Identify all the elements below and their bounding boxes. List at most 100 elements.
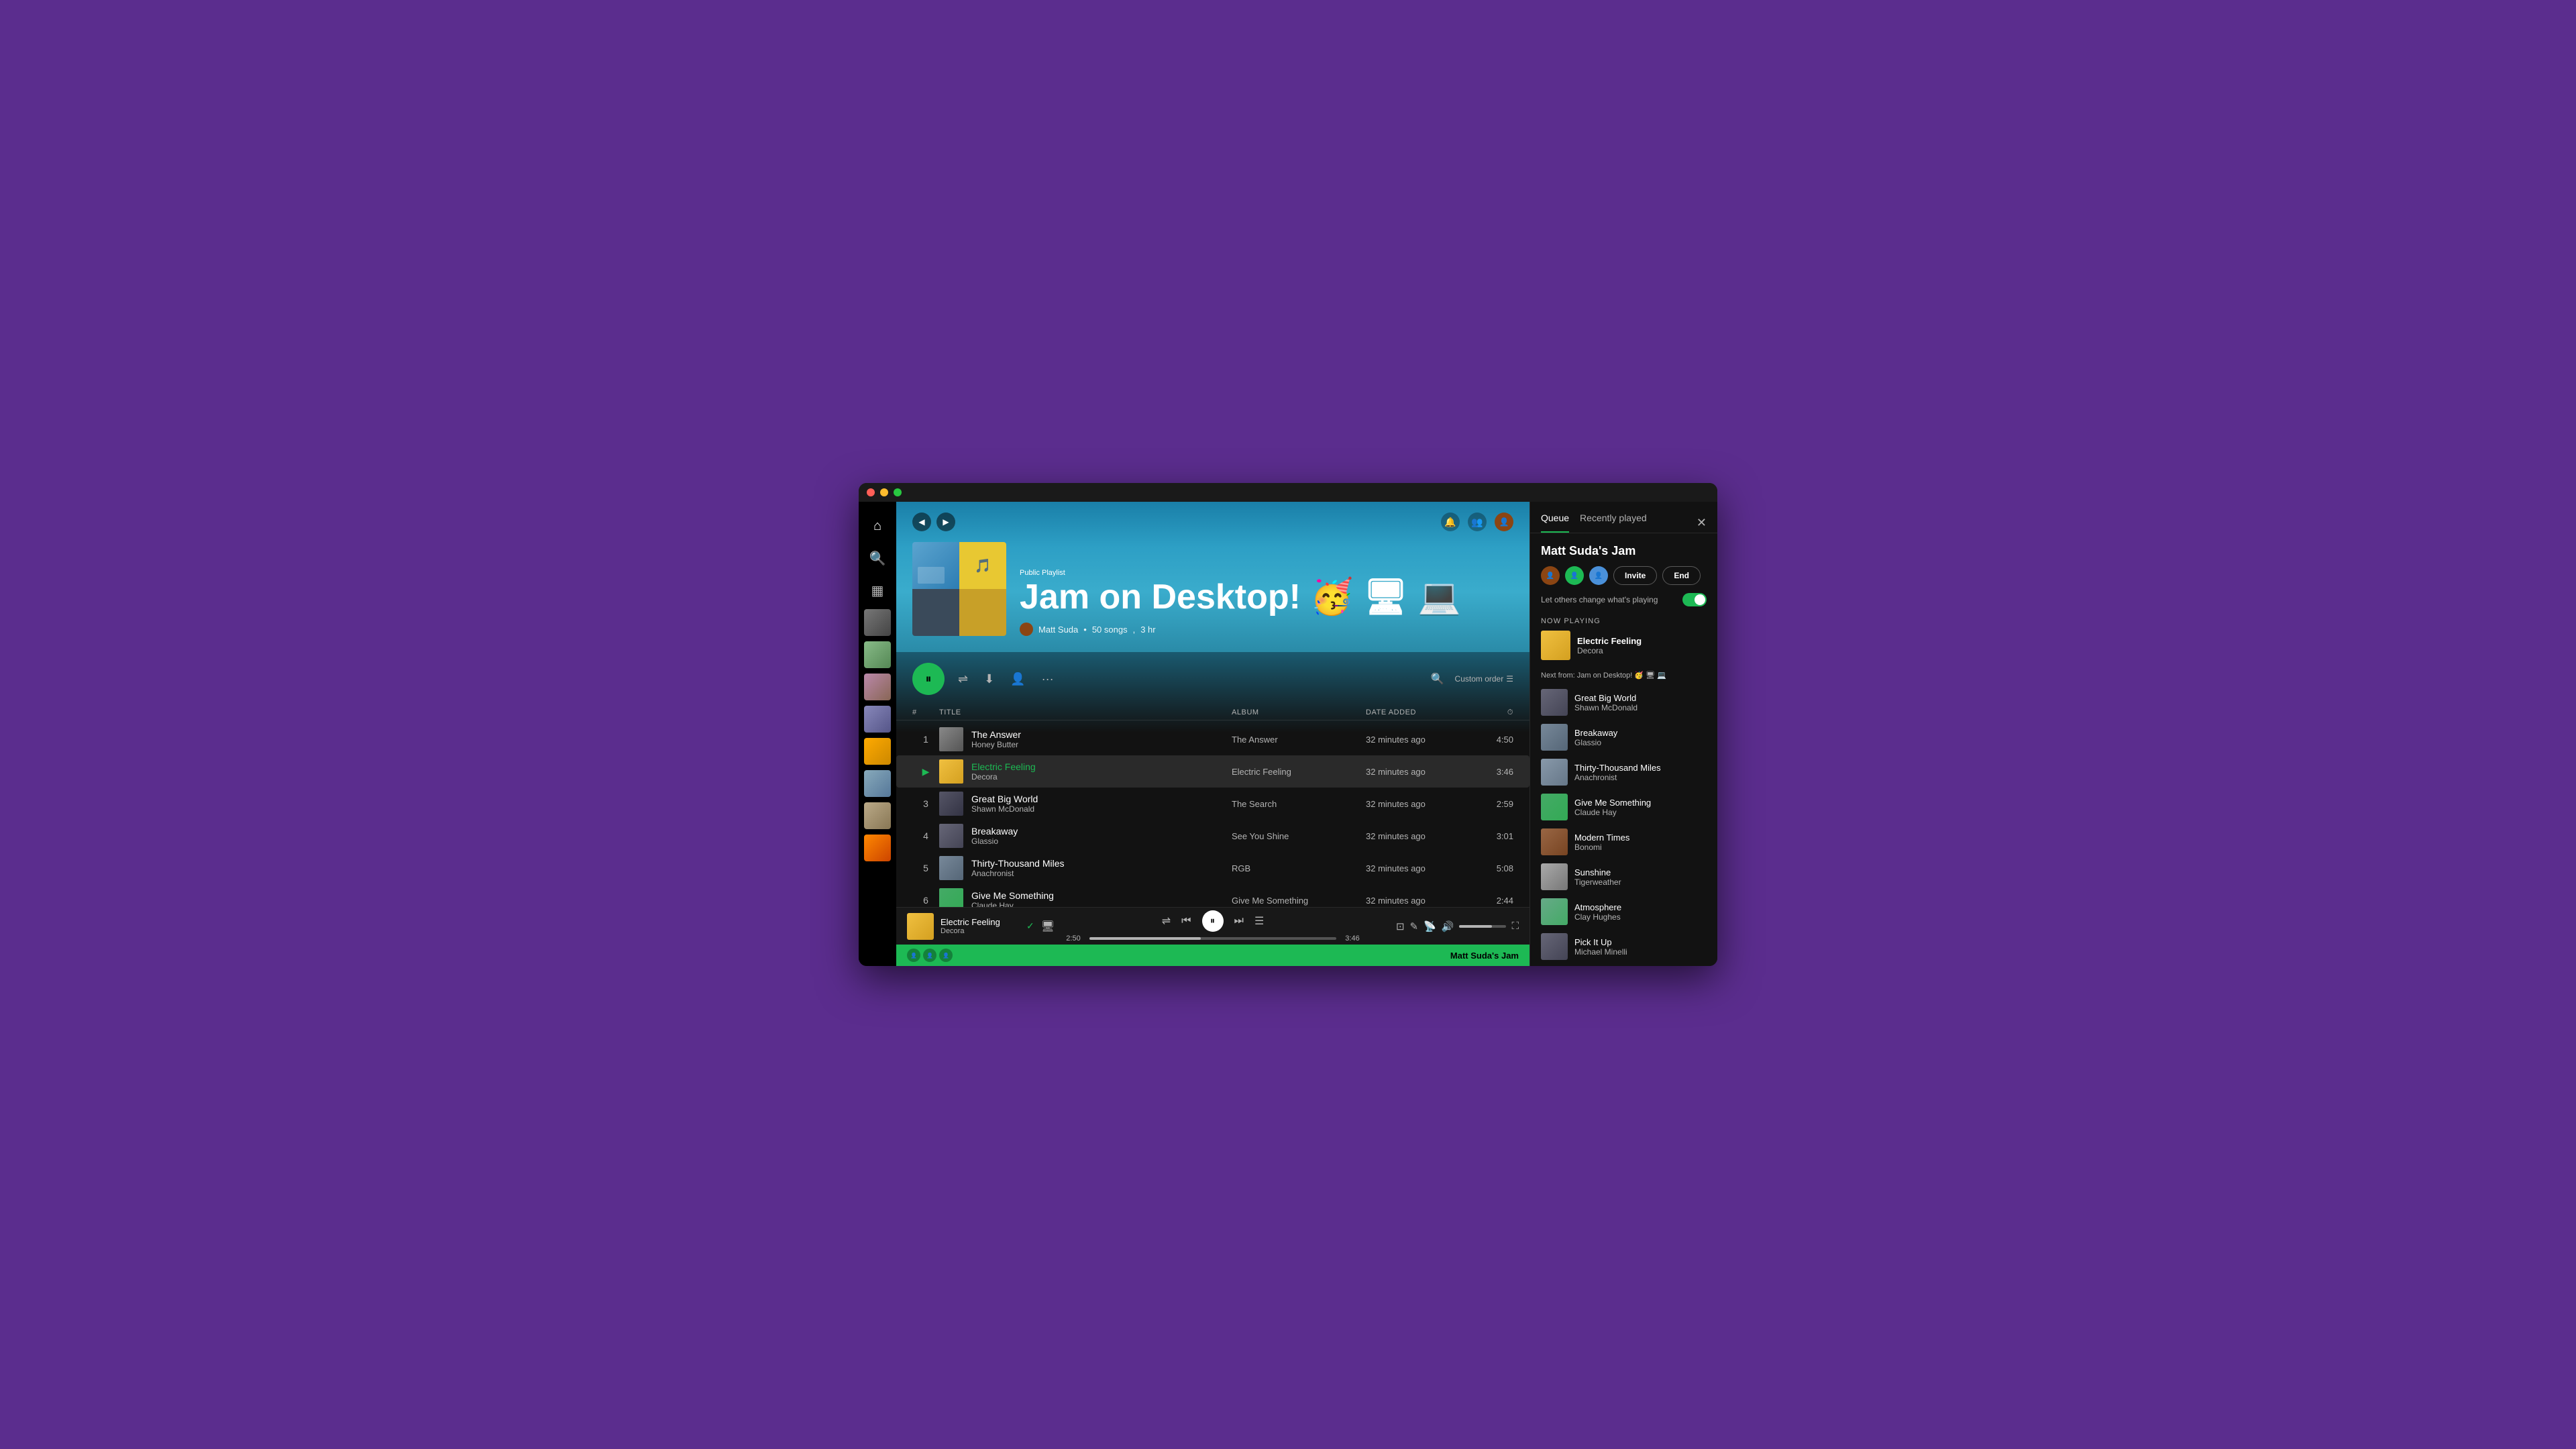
shuffle-ctrl-button[interactable]: ⇌ xyxy=(1162,914,1171,928)
sidebar-playlist-7[interactable] xyxy=(864,802,891,829)
queue-item[interactable]: Sunshine Tigerweather xyxy=(1541,859,1707,894)
jam-avatar-2: 👤 xyxy=(923,949,936,962)
maximize-button[interactable] xyxy=(894,488,902,496)
track-name: Give Me Something xyxy=(971,890,1054,901)
volume-bar[interactable] xyxy=(1459,925,1506,928)
playlist-type: Public Playlist xyxy=(1020,569,1513,577)
jam-icon-button[interactable]: 👥 xyxy=(1468,513,1487,531)
track-row[interactable]: 1 The Answer Honey Butter The Answer 32 … xyxy=(896,723,1529,755)
nav-arrows: ◀ ▶ xyxy=(912,513,955,531)
queue-item[interactable]: Give Me Something Claude Hay xyxy=(1541,790,1707,824)
jam-toggle[interactable] xyxy=(1682,593,1707,606)
sidebar-playlist-3[interactable] xyxy=(864,674,891,700)
play-pause-large-button[interactable]: ⏸ xyxy=(912,663,945,695)
track-album: The Answer xyxy=(1232,735,1366,745)
queue-artist-name: Anachronist xyxy=(1574,773,1661,782)
fullscreen-button[interactable]: ⛶ xyxy=(1511,920,1519,932)
jam-icon: 👥 xyxy=(1471,517,1483,528)
queue-item[interactable]: Pick It Up Michael Minelli xyxy=(1541,929,1707,964)
track-row[interactable]: 5 Thirty-Thousand Miles Anachronist RGB … xyxy=(896,852,1529,884)
back-button[interactable]: ◀ xyxy=(912,513,931,531)
sidebar-playlist-2[interactable] xyxy=(864,641,891,668)
queue-item[interactable]: Breakaway Glassio xyxy=(1541,720,1707,755)
queue-item[interactable]: Great Big World Shawn McDonald xyxy=(1541,685,1707,720)
queue-item[interactable]: Modern Times Bonomi xyxy=(1541,824,1707,859)
cover-cell-1 xyxy=(912,542,959,589)
queue-item[interactable]: Thirty-Thousand Miles Anachronist xyxy=(1541,755,1707,790)
track-number: 1 xyxy=(912,734,939,745)
track-row[interactable]: 6 Give Me Something Claude Hay Give Me S… xyxy=(896,884,1529,907)
shuffle-button[interactable]: ⇌ xyxy=(955,669,971,689)
like-button[interactable]: 🖥 xyxy=(1041,920,1055,933)
queue-thumbnail xyxy=(1541,863,1568,890)
custom-order-button[interactable]: Custom order ☰ xyxy=(1455,674,1513,684)
jam-bottom-bar[interactable]: 👤 👤 👤 Matt Suda's Jam xyxy=(896,945,1529,966)
volume-button[interactable]: 🔊 xyxy=(1442,920,1454,932)
add-users-icon: 👤 xyxy=(1010,672,1025,686)
cover-cell-3 xyxy=(912,589,959,636)
cover-cell-2: 🎵 xyxy=(959,542,1006,589)
add-users-button[interactable]: 👤 xyxy=(1008,669,1028,689)
lyrics-icon: ✎ xyxy=(1410,921,1419,932)
np-track-name: Electric Feeling xyxy=(1577,636,1642,646)
prev-button[interactable]: ⏮ xyxy=(1181,915,1191,927)
track-info: Great Big World Shawn McDonald xyxy=(939,792,1232,816)
track-text: Electric Feeling Decora xyxy=(971,761,1036,782)
track-table-header: # Title Album Date added ⏱ xyxy=(896,706,1529,720)
next-button[interactable]: ⏭ xyxy=(1234,915,1244,927)
track-row[interactable]: 3 Great Big World Shawn McDonald The Sea… xyxy=(896,788,1529,820)
track-album: Electric Feeling xyxy=(1232,767,1366,777)
tab-recently-played[interactable]: Recently played xyxy=(1580,513,1647,533)
now-playing-mini: Electric Feeling Decora ✓ 🖥 xyxy=(907,913,1055,940)
lyrics-button[interactable]: ✎ xyxy=(1410,920,1419,932)
track-row[interactable]: ▶ Electric Feeling Decora Electric Feeli… xyxy=(896,755,1529,788)
notifications-button[interactable]: 🔔 xyxy=(1441,513,1460,531)
mini-track-info: Electric Feeling Decora xyxy=(941,917,1020,935)
queue-button[interactable]: ☰ xyxy=(1254,914,1264,928)
sidebar-playlist-8[interactable] xyxy=(864,835,891,861)
track-date-added: 32 minutes ago xyxy=(1366,863,1473,873)
connect-button[interactable]: 📡 xyxy=(1424,920,1436,932)
sidebar-item-home[interactable]: ⌂ xyxy=(864,513,891,539)
pip-button[interactable]: ⊡ xyxy=(1396,920,1405,932)
track-number: 4 xyxy=(912,830,939,841)
nav-buttons: ◀ ▶ 🔔 👥 👤 xyxy=(912,513,1513,531)
sidebar-item-search[interactable]: 🔍 xyxy=(864,545,891,572)
queue-thumbnail xyxy=(1541,689,1568,716)
forward-button[interactable]: ▶ xyxy=(936,513,955,531)
invite-button[interactable]: Invite xyxy=(1613,566,1657,585)
track-name: Electric Feeling xyxy=(971,761,1036,772)
track-row[interactable]: 4 Breakaway Glassio See You Shine 32 min… xyxy=(896,820,1529,852)
panel-close-button[interactable]: ✕ xyxy=(1697,516,1707,530)
queue-item[interactable]: Atmosphere Clay Hughes xyxy=(1541,894,1707,929)
now-playing-track[interactable]: Electric Feeling Decora xyxy=(1541,631,1707,660)
more-options-button[interactable]: ··· xyxy=(1039,669,1057,689)
search-icon-small: 🔍 xyxy=(1431,674,1444,685)
end-button[interactable]: End xyxy=(1662,566,1701,585)
play-pause-button[interactable]: ⏸ xyxy=(1202,910,1224,932)
close-button[interactable] xyxy=(867,488,875,496)
sidebar-playlist-6[interactable] xyxy=(864,770,891,797)
track-date-added: 32 minutes ago xyxy=(1366,799,1473,809)
sidebar-item-library[interactable]: ▦ xyxy=(864,577,891,604)
sidebar-playlist-5[interactable] xyxy=(864,738,891,765)
track-search-button[interactable]: 🔍 xyxy=(1431,672,1444,686)
progress-bar[interactable] xyxy=(1089,937,1336,940)
volume-icon: 🔊 xyxy=(1442,921,1454,932)
sidebar-playlist-4[interactable] xyxy=(864,706,891,733)
jam-avatar-3: 👤 xyxy=(939,949,953,962)
sidebar-playlist-1[interactable] xyxy=(864,609,891,636)
jam-avatar-a: 👤 xyxy=(1541,566,1560,585)
tab-queue[interactable]: Queue xyxy=(1541,513,1569,533)
np-album-art xyxy=(1541,631,1570,660)
queue-track-info: Great Big World Shawn McDonald xyxy=(1574,693,1638,712)
titlebar xyxy=(859,483,1717,502)
queue-artist-name: Claude Hay xyxy=(1574,808,1651,817)
minimize-button[interactable] xyxy=(880,488,888,496)
jam-avatar-b: 👤 xyxy=(1565,566,1584,585)
mini-album-art xyxy=(907,913,934,940)
queue-track-info: Give Me Something Claude Hay xyxy=(1574,798,1651,817)
user-avatar[interactable]: 👤 xyxy=(1495,513,1513,531)
queue-artist-name: Shawn McDonald xyxy=(1574,703,1638,712)
download-button[interactable]: ⬇ xyxy=(981,669,997,689)
